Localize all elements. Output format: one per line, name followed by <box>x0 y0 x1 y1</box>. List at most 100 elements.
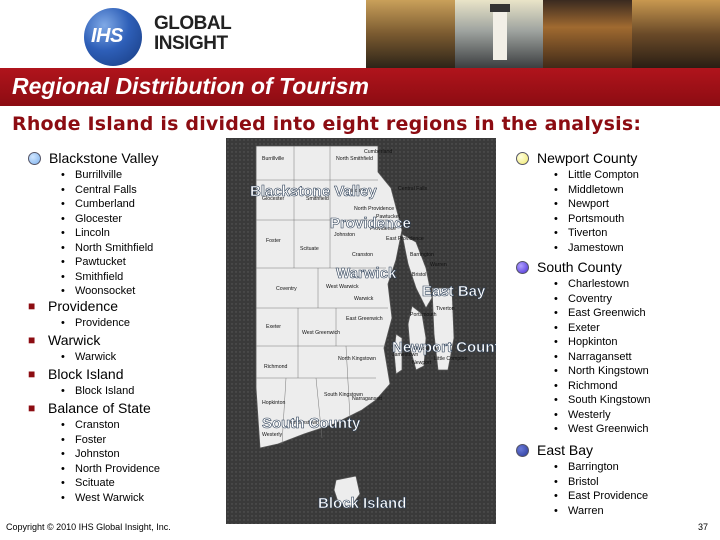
logo-line-2: INSIGHT <box>154 33 228 54</box>
list-item: Tiverton <box>554 226 639 241</box>
list-item: Richmond <box>554 379 651 394</box>
square-bullet-icon: ■ <box>28 401 36 415</box>
warwick-list: ■ Warwick Warwick <box>28 332 116 365</box>
list-item: Central Falls <box>61 183 158 198</box>
square-bullet-icon: ■ <box>28 299 36 313</box>
list-item: Barrington <box>554 460 648 475</box>
list-item: Smithfield <box>61 270 158 285</box>
map-svg: Burrillville North Smithfield Cumberland… <box>226 138 496 524</box>
circle-bullet-icon <box>516 152 529 165</box>
region-name: Providence <box>48 298 119 314</box>
list-item: Lincoln <box>61 226 158 241</box>
map-label-south-county: South County <box>262 415 361 432</box>
list-item: Bristol <box>554 475 648 490</box>
town-label: East Providence <box>386 236 424 242</box>
town-label: Newport <box>412 360 432 366</box>
region-heading: ■ Warwick <box>28 332 116 349</box>
photo-city-night <box>631 0 720 68</box>
map-label-newport-county: Newport County <box>392 339 496 356</box>
newport-county-list: Newport County Little Compton Middletown… <box>516 150 639 255</box>
town-label: Warwick <box>354 296 374 302</box>
town-label: Little Compton <box>434 356 468 362</box>
photo-lighthouse <box>454 0 543 68</box>
town-list: Warwick <box>61 350 116 365</box>
region-name: South County <box>537 259 622 275</box>
page-subtitle: Rhode Island is divided into eight regio… <box>12 113 642 135</box>
list-item: Glocester <box>61 212 158 227</box>
list-item: Cumberland <box>61 197 158 212</box>
town-label: Foster <box>266 238 281 244</box>
list-item: Foster <box>61 433 160 448</box>
lighthouse-icon <box>489 4 510 60</box>
town-list: Cranston Foster Johnston North Providenc… <box>61 418 160 505</box>
list-item: Cranston <box>61 418 160 433</box>
town-list: Little Compton Middletown Newport Portsm… <box>554 168 639 255</box>
blackstone-valley-list: Blackstone Valley Burrillville Central F… <box>28 150 158 299</box>
town-label: Portsmouth <box>410 312 437 318</box>
region-heading: South County <box>516 259 651 276</box>
region-heading: Blackstone Valley <box>28 150 158 167</box>
town-label: Richmond <box>264 364 287 370</box>
square-bullet-icon: ■ <box>28 333 36 347</box>
page-title: Regional Distribution of Tourism <box>12 73 369 99</box>
list-item: Woonsocket <box>61 284 158 299</box>
town-label: Johnston <box>334 232 355 238</box>
list-item: North Smithfield <box>61 241 158 256</box>
list-item: West Warwick <box>61 491 160 506</box>
photo-mansion <box>543 0 632 68</box>
page-number: 37 <box>697 522 708 532</box>
list-item: Scituate <box>61 476 160 491</box>
list-item: Johnston <box>61 447 160 462</box>
circle-bullet-icon <box>516 261 529 274</box>
town-label: Tiverton <box>436 306 455 312</box>
list-item: Charlestown <box>554 277 651 292</box>
region-heading: ■ Balance of State <box>28 400 160 417</box>
list-item: West Greenwich <box>554 422 651 437</box>
town-label: Bristol <box>412 272 426 278</box>
town-label: Scituate <box>300 246 319 252</box>
photo-interior <box>366 0 455 68</box>
town-label: Exeter <box>266 324 281 330</box>
region-heading: Newport County <box>516 150 639 167</box>
map-label-east-bay: East Bay <box>422 283 486 300</box>
list-item: Block Island <box>61 384 134 399</box>
providence-list: ■ Providence Providence <box>28 298 130 331</box>
town-label: Westerly <box>262 432 282 438</box>
circle-bullet-icon <box>516 444 529 457</box>
logo-mark-text: IHS <box>91 25 123 47</box>
list-item: Jamestown <box>554 241 639 256</box>
south-county-list: South County Charlestown Coventry East G… <box>516 259 651 437</box>
list-item: South Kingstown <box>554 393 651 408</box>
copyright-footer: Copyright © 2010 IHS Global Insight, Inc… <box>6 522 171 532</box>
town-label: Central Falls <box>398 186 428 192</box>
region-heading: East Bay <box>516 442 648 459</box>
list-item: Pawtucket <box>61 255 158 270</box>
list-item: Exeter <box>554 321 651 336</box>
town-label: Cumberland <box>364 149 392 155</box>
town-list: Burrillville Central Falls Cumberland Gl… <box>61 168 158 299</box>
map-label-block-island: Block Island <box>318 495 406 512</box>
town-list: Providence <box>61 316 130 331</box>
region-name: Blackstone Valley <box>49 150 159 166</box>
town-label: Cranston <box>352 252 373 258</box>
region-name: Warwick <box>48 332 101 348</box>
region-heading: ■ Block Island <box>28 366 134 383</box>
list-item: Westerly <box>554 408 651 423</box>
balance-of-state-list: ■ Balance of State Cranston Foster Johns… <box>28 400 160 505</box>
region-name: Block Island <box>48 366 124 382</box>
list-item: Little Compton <box>554 168 639 183</box>
list-item: East Greenwich <box>554 306 651 321</box>
east-bay-list: East Bay Barrington Bristol East Provide… <box>516 442 648 518</box>
town-label: Burrillville <box>262 156 284 162</box>
region-name: East Bay <box>537 442 594 458</box>
town-label: Coventry <box>276 286 297 292</box>
list-item: Providence <box>61 316 130 331</box>
list-item: Narragansett <box>554 350 651 365</box>
header-photo-strip <box>366 0 720 68</box>
logo-line-1: GLOBAL <box>154 13 232 34</box>
list-item: Burrillville <box>61 168 158 183</box>
list-item: North Providence <box>61 462 160 477</box>
region-heading: ■ Providence <box>28 298 130 315</box>
town-label: North Smithfield <box>336 156 373 162</box>
list-item: Hopkinton <box>554 335 651 350</box>
